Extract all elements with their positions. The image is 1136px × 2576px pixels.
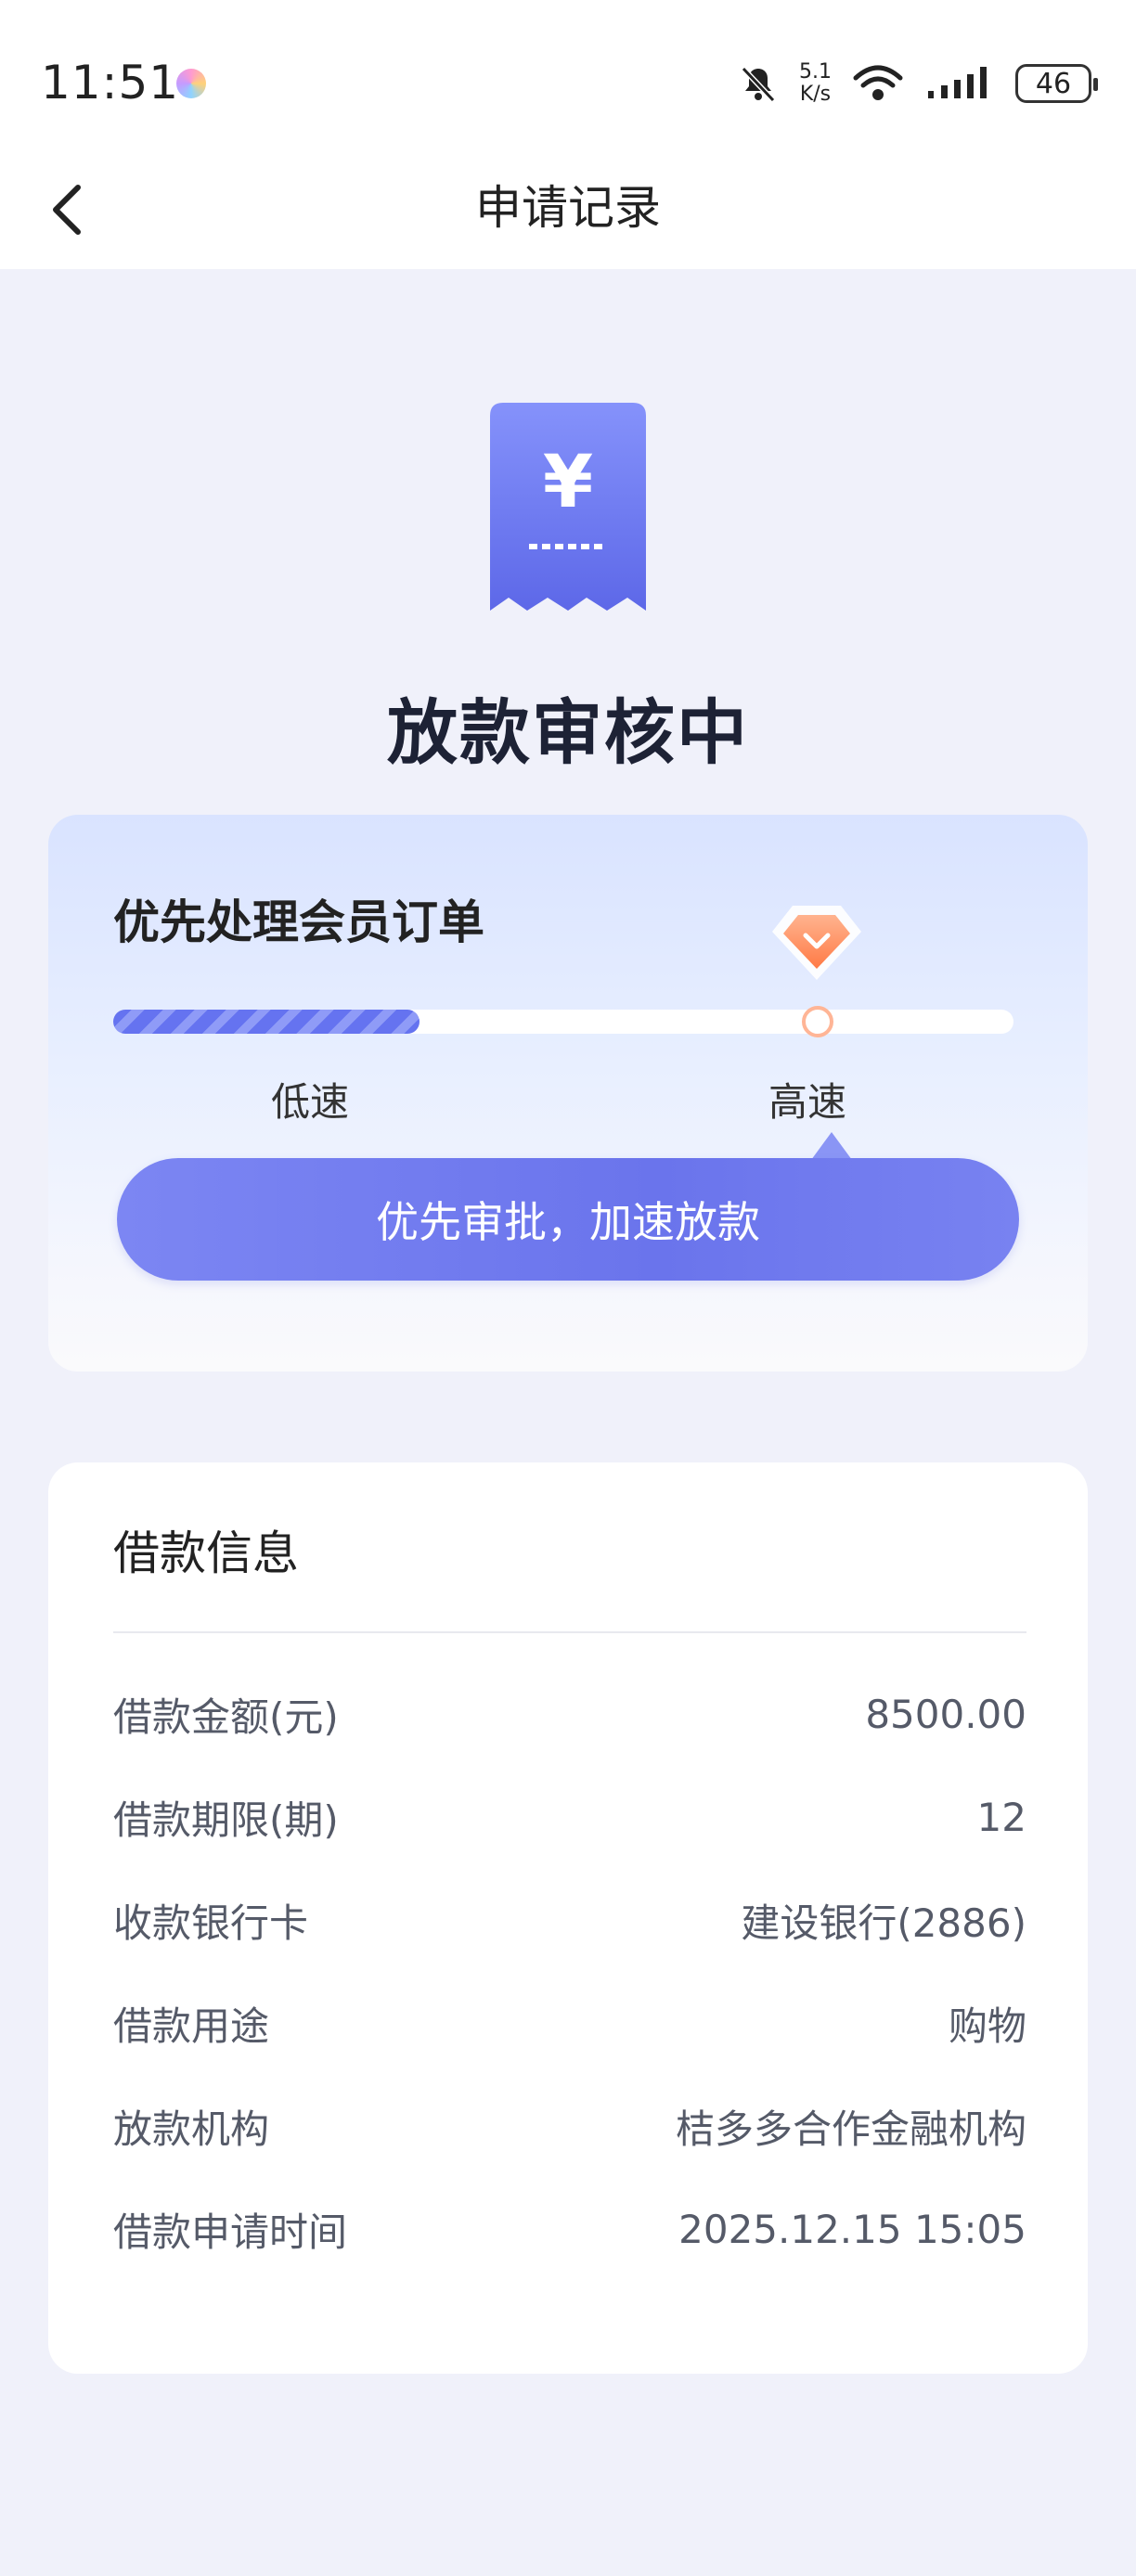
priority-card-title: 优先处理会员订单	[113, 895, 484, 949]
signal-icon	[928, 67, 987, 98]
speed-progress-fill	[113, 1010, 420, 1034]
loan-info-title: 借款信息	[113, 1526, 299, 1580]
battery-level: 46	[1035, 67, 1072, 100]
network-speed: 5.1 K/s	[799, 61, 832, 106]
speed-low-label: 低速	[271, 1079, 350, 1125]
loan-info-card: 借款信息 借款金额(元) 8500.00 借款期限(期) 12 收款银行卡 建设…	[48, 1462, 1088, 2374]
info-row-loan-purpose: 借款用途 购物	[113, 1990, 1026, 2055]
nav-bar: 申请记录	[0, 148, 1136, 269]
speed-progress-track	[113, 1006, 1013, 1037]
priority-approval-button[interactable]: 优先审批，加速放款	[117, 1158, 1019, 1281]
page-title: 申请记录	[475, 181, 661, 235]
info-row-bank-card: 收款银行卡 建设银行(2886)	[113, 1887, 1026, 1952]
speed-pointer	[811, 1132, 852, 1160]
app-notification-icon	[176, 69, 206, 98]
info-value: 12	[976, 1794, 1026, 1840]
info-row-lender: 放款机构 桔多多合作金融机构	[113, 2093, 1026, 2158]
bell-muted-icon	[741, 66, 776, 103]
speed-high-marker	[802, 1006, 833, 1037]
status-title: 放款审核中	[387, 691, 749, 774]
info-label: 收款银行卡	[113, 1900, 309, 1946]
status-time: 11:51	[41, 56, 180, 109]
info-row-loan-amount: 借款金额(元) 8500.00	[113, 1681, 1026, 1746]
network-speed-value: 5.1	[799, 60, 832, 84]
receipt-icon: ¥	[490, 403, 646, 611]
network-speed-unit: K/s	[799, 83, 832, 106]
speed-high-label: 高速	[768, 1079, 847, 1125]
info-value: 8500.00	[865, 1691, 1026, 1737]
info-label: 借款用途	[113, 2003, 270, 2049]
info-label: 借款申请时间	[113, 2209, 348, 2255]
info-value: 购物	[948, 2003, 1026, 2049]
status-icons: 5.1 K/s 46	[738, 58, 1098, 109]
info-value: 桔多多合作金融机构	[675, 2106, 1026, 2152]
priority-card: 优先处理会员订单 低速 高速 优先审批，加速放款	[48, 815, 1088, 1372]
info-label: 借款金额(元)	[113, 1694, 339, 1740]
battery-indicator: 46	[1015, 64, 1098, 103]
info-value: 建设银行(2886)	[741, 1900, 1026, 1946]
info-value: 2025.12.15 15:05	[678, 2206, 1026, 2252]
diamond-icon	[772, 906, 861, 980]
receipt-currency-symbol: ¥	[543, 441, 593, 524]
info-row-apply-time: 借款申请时间 2025.12.15 15:05	[113, 2196, 1026, 2261]
status-bar: 11:51 5.1 K/s 46	[0, 0, 1136, 148]
info-label: 放款机构	[113, 2106, 270, 2152]
info-label: 借款期限(期)	[113, 1797, 339, 1843]
wifi-icon	[853, 65, 903, 100]
info-row-loan-term: 借款期限(期) 12	[113, 1784, 1026, 1849]
divider	[113, 1631, 1026, 1633]
